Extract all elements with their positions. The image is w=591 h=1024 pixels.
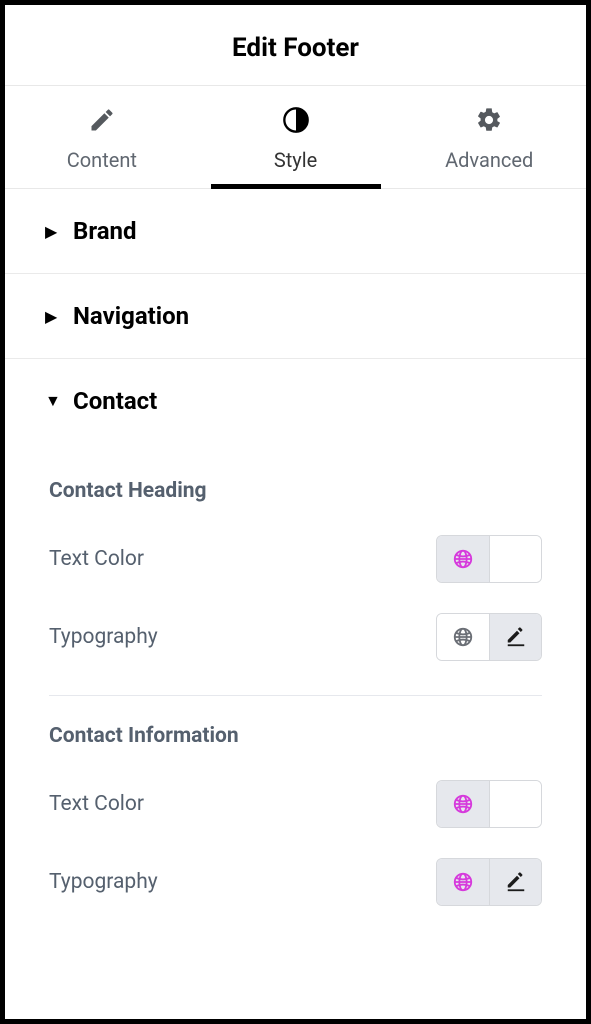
- chevron-right-icon: ▶: [45, 222, 61, 241]
- tab-advanced[interactable]: Advanced: [392, 86, 586, 188]
- pencil-underline-icon: [505, 626, 527, 648]
- contrast-icon: [282, 106, 310, 134]
- color-picker-button[interactable]: [489, 536, 541, 582]
- global-color-button[interactable]: [437, 781, 489, 827]
- global-typography-button[interactable]: [437, 614, 489, 660]
- tab-style[interactable]: Style: [199, 86, 393, 188]
- contact-info-title: Contact Information: [49, 724, 542, 748]
- edit-typography-button[interactable]: [489, 614, 541, 660]
- global-typography-button[interactable]: [437, 859, 489, 905]
- contact-heading-typography-row: Typography: [49, 589, 542, 667]
- contact-heading-text-color-control: [436, 535, 542, 583]
- globe-icon: [452, 871, 474, 893]
- color-swatch-icon: [505, 548, 527, 570]
- tab-content-label: Content: [67, 148, 137, 172]
- gear-icon: [475, 106, 503, 134]
- contact-heading-typography-control: [436, 613, 542, 661]
- color-swatch-icon: [505, 793, 527, 815]
- section-contact[interactable]: ▼ Contact: [5, 359, 586, 443]
- contact-heading-text-color-row: Text Color: [49, 511, 542, 589]
- panel-title: Edit Footer: [5, 33, 586, 63]
- globe-icon: [452, 793, 474, 815]
- globe-icon: [452, 548, 474, 570]
- contact-heading-text-color-label: Text Color: [49, 547, 144, 571]
- contact-info-text-color-control: [436, 780, 542, 828]
- tab-style-label: Style: [274, 148, 317, 172]
- globe-icon: [452, 626, 474, 648]
- tabs: Content Style Advanced: [5, 86, 586, 189]
- pencil-icon: [88, 106, 116, 134]
- color-picker-button[interactable]: [489, 781, 541, 827]
- contact-info-typography-label: Typography: [49, 870, 158, 894]
- chevron-right-icon: ▶: [45, 307, 61, 326]
- section-brand[interactable]: ▶ Brand: [5, 189, 586, 274]
- contact-info-text-color-row: Text Color: [49, 756, 542, 834]
- contact-heading-typography-label: Typography: [49, 625, 158, 649]
- contact-info-typography-row: Typography: [49, 834, 542, 912]
- contact-info-text-color-label: Text Color: [49, 792, 144, 816]
- section-navigation-title: Navigation: [73, 302, 189, 330]
- divider: [49, 695, 542, 696]
- tab-advanced-label: Advanced: [445, 148, 533, 172]
- global-color-button[interactable]: [437, 536, 489, 582]
- section-navigation[interactable]: ▶ Navigation: [5, 274, 586, 359]
- chevron-down-icon: ▼: [45, 391, 61, 411]
- contact-info-typography-control: [436, 858, 542, 906]
- tab-content[interactable]: Content: [5, 86, 199, 188]
- pencil-underline-icon: [505, 871, 527, 893]
- section-contact-body: Contact Heading Text Color Typography: [5, 443, 586, 952]
- panel-header: Edit Footer: [5, 5, 586, 86]
- edit-typography-button[interactable]: [489, 859, 541, 905]
- contact-heading-title: Contact Heading: [49, 479, 542, 503]
- section-contact-title: Contact: [73, 387, 157, 415]
- section-brand-title: Brand: [73, 217, 137, 245]
